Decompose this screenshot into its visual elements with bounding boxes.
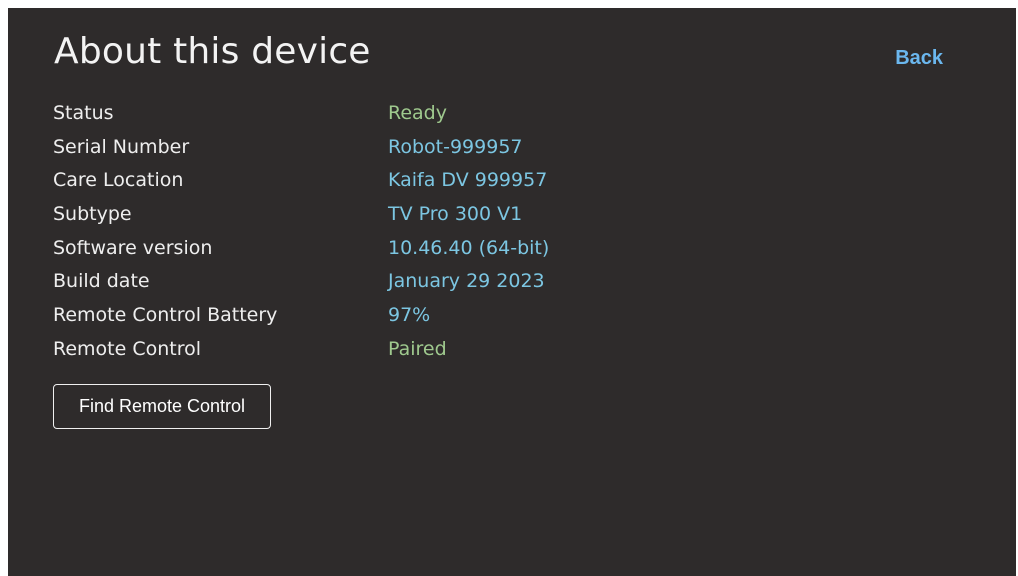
care-location-value: Kaifa DV 999957 xyxy=(388,169,548,192)
back-button[interactable]: Back xyxy=(895,48,943,68)
info-label: Remote Control xyxy=(53,337,202,360)
info-row-software-version: Software version 10.46.40 (64-bit) xyxy=(53,231,753,265)
info-label: Software version xyxy=(53,236,213,259)
info-row-build-date: Build date January 29 2023 xyxy=(53,264,753,298)
page-title: About this device xyxy=(54,31,371,72)
serial-number-value: Robot-999957 xyxy=(388,135,523,158)
software-version-value: 10.46.40 (64-bit) xyxy=(388,236,550,259)
subtype-value: TV Pro 300 V1 xyxy=(388,202,523,225)
info-label: Serial Number xyxy=(53,135,190,158)
info-label: Care Location xyxy=(53,169,184,192)
info-label: Status xyxy=(53,101,114,124)
info-label: Remote Control Battery xyxy=(53,303,278,326)
build-date-value: January 29 2023 xyxy=(388,270,545,293)
info-row-status: Status Ready xyxy=(53,96,753,130)
info-row-remote-battery: Remote Control Battery 97% xyxy=(53,298,753,332)
device-info-screen: About this device Back Status Ready Seri… xyxy=(8,8,1016,576)
remote-battery-value: 97% xyxy=(388,303,431,326)
device-info-list: Status Ready Serial Number Robot-999957 … xyxy=(53,96,753,366)
info-row-serial-number: Serial Number Robot-999957 xyxy=(53,130,753,164)
info-row-subtype: Subtype TV Pro 300 V1 xyxy=(53,197,753,231)
info-label: Build date xyxy=(53,270,150,293)
find-remote-control-button[interactable]: Find Remote Control xyxy=(53,384,271,429)
info-row-care-location: Care Location Kaifa DV 999957 xyxy=(53,163,753,197)
status-value: Ready xyxy=(388,101,447,124)
info-row-remote-control: Remote Control Paired xyxy=(53,332,753,366)
remote-control-value: Paired xyxy=(388,337,447,360)
info-label: Subtype xyxy=(53,202,132,225)
